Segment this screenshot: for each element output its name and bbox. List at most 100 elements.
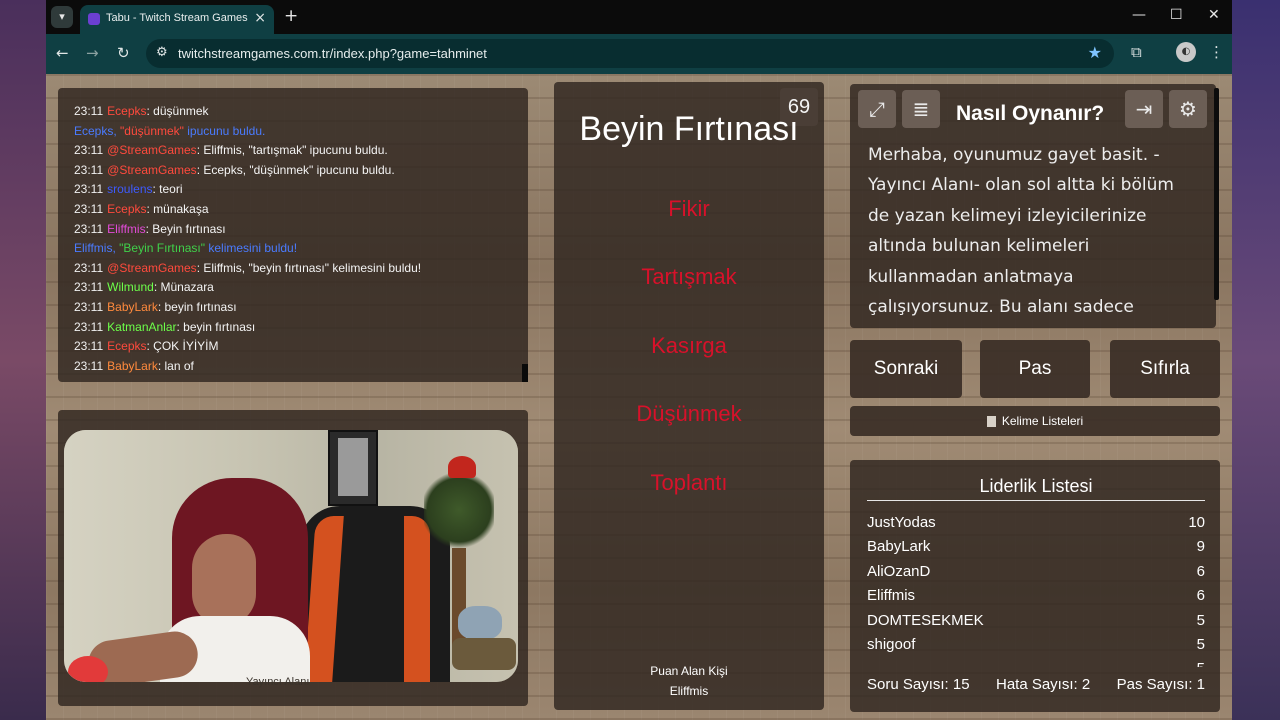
chat-username[interactable]: Eliffmis: [107, 222, 145, 236]
game-stats: Soru Sayısı: 15 Hata Sayısı: 2 Pas Sayıs…: [867, 676, 1205, 693]
reset-button[interactable]: Sıfırla: [1110, 340, 1220, 398]
chat-message: Ecepks, "düşünmek" ipucunu buldu.: [74, 122, 421, 142]
leaderboard-list[interactable]: JustYodas 10 BabyLark 9 AliOzanD 6 Eliffmis 6 DO…: [867, 511, 1205, 667]
bookmark-star-icon[interactable]: ★: [1088, 43, 1102, 62]
how-to-play-scrollbar[interactable]: [1214, 88, 1219, 300]
player-score: 5: [1196, 611, 1205, 629]
new-tab-icon[interactable]: +: [284, 6, 298, 26]
browser-toolbar: ← → ↻ ⚙ twitchstreamgames.com.tr/index.p…: [46, 34, 1232, 74]
player-score: 10: [1188, 514, 1205, 531]
extensions-icon[interactable]: ⧉: [1131, 43, 1142, 61]
player-name: JustYodas: [867, 514, 936, 531]
leaderboard-row: DOMTESEKMEK 5: [867, 609, 1205, 633]
tab-close-icon[interactable]: ×: [254, 10, 266, 26]
document-icon[interactable]: ≣: [902, 90, 940, 128]
chat-timestamp: 23:11: [74, 182, 104, 197]
chat-text: kelimesini buldu!: [205, 241, 298, 256]
next-button[interactable]: Sonraki: [850, 340, 962, 398]
tab-title: Tabu - Twitch Stream Games: [106, 12, 248, 24]
chat-timestamp: 23:11: [74, 143, 104, 158]
chat-message: 23:11 Ecepks: düşünmek: [74, 102, 421, 122]
game-page: 23:11 Ecepks: düşünmek Ecepks, "düşünmek" …: [46, 74, 1232, 720]
tab-search-button[interactable]: ▾: [51, 6, 73, 28]
forbidden-word: Düşünmek: [636, 401, 742, 426]
scorer-label: Puan Alan Kişi: [650, 664, 728, 678]
player-score: 5: [1197, 657, 1205, 667]
chat-username[interactable]: Wilmund: [107, 280, 154, 294]
chat-message: 23:11 BabyLark: lan of: [74, 357, 421, 377]
chat-username[interactable]: @StreamGames: [107, 163, 197, 177]
chat-text: "Beyin Fırtınası": [119, 241, 206, 256]
player-name: shigoof: [867, 636, 916, 654]
exit-icon[interactable]: ⇥: [1125, 90, 1163, 128]
leaderboard-row: JustYodas 10: [867, 511, 1205, 535]
player-name: ...: [867, 657, 880, 667]
pass-button[interactable]: Pas: [980, 340, 1090, 398]
chat-message: 23:11 Eliffmis: Beyin fırtınası: [74, 220, 421, 240]
chat-username[interactable]: sroulens: [107, 182, 152, 196]
close-window-icon[interactable]: ✕: [1208, 7, 1220, 23]
desktop-background-left: [0, 0, 46, 720]
player-name: Eliffmis: [867, 587, 916, 605]
question-count: Soru Sayısı: 15: [867, 676, 970, 693]
gear-icon[interactable]: ⚙: [1169, 90, 1207, 128]
chat-username[interactable]: @StreamGames: [107, 261, 197, 275]
leaderboard-row: Eliffmis 6: [867, 584, 1205, 608]
chat-text: : Eliffmis, "tartışmak" ipucunu buldu.: [196, 143, 388, 158]
chat-username[interactable]: BabyLark: [107, 359, 158, 373]
chat-username[interactable]: BabyLark: [107, 300, 158, 314]
player-score: 6: [1196, 587, 1205, 605]
back-icon[interactable]: ←: [56, 44, 69, 62]
active-tab[interactable]: Tabu - Twitch Stream Games ×: [80, 5, 274, 34]
chat-text: "düşünmek": [120, 123, 184, 138]
chat-message: 23:11 BabyLark: beyin fırtınası: [74, 298, 421, 318]
chat-message: 23:11 sroulens: teori: [74, 180, 421, 200]
chat-timestamp: 23:11: [74, 280, 104, 295]
player-name: DOMTESEKMEK: [867, 611, 984, 629]
target-word: Beyin Fırtınası: [579, 110, 799, 148]
fullscreen-icon[interactable]: ⤢: [858, 90, 896, 128]
chat-message: 23:11 KatmanAnlar: beyin fırtınası: [74, 318, 421, 338]
chat-timestamp: 23:11: [74, 319, 104, 334]
site-info-icon[interactable]: ⚙: [156, 45, 168, 60]
browser-menu-icon[interactable]: ⋮: [1209, 43, 1224, 61]
chat-timestamp: 23:11: [74, 221, 104, 236]
chat-text: Eliffmis,: [74, 241, 120, 256]
chat-username[interactable]: KatmanAnlar: [107, 320, 176, 334]
word-lists-button[interactable]: Kelime Listeleri: [850, 406, 1220, 436]
chat-scrollbar[interactable]: [522, 364, 528, 382]
maximize-icon[interactable]: ☐: [1170, 7, 1183, 23]
forbidden-word: Toplantı: [650, 470, 728, 495]
leaderboard-row: BabyLark 9: [867, 535, 1205, 559]
chat-timestamp: 23:11: [74, 104, 104, 118]
chat-text: : beyin fırtınası: [176, 319, 256, 334]
chat-username[interactable]: @StreamGames: [107, 143, 197, 157]
address-bar[interactable]: ⚙ twitchstreamgames.com.tr/index.php?gam…: [146, 39, 1114, 68]
forbidden-word: Kasırga: [651, 333, 727, 358]
chat-text: : teori: [152, 182, 183, 197]
chat-message: 23:11 Wilmund: Münazara: [74, 278, 421, 298]
chat-message: Eliffmis, "Beyin Fırtınası" kelimesini b…: [74, 239, 421, 259]
player-name: BabyLark: [867, 538, 931, 556]
chat-message: 23:11 @StreamGames: Ecepks, "düşünmek" ip…: [74, 161, 421, 181]
chat-timestamp: 23:11: [74, 162, 104, 177]
chat-username[interactable]: Ecepks: [107, 339, 146, 353]
leaderboard-row: shigoof 5: [867, 633, 1205, 657]
broadcaster-area-label: Yayıncı Alanı: [246, 676, 310, 688]
chat-username[interactable]: Ecepks: [107, 104, 146, 118]
chat-text: Ecepks,: [74, 123, 121, 138]
word-card: [554, 82, 824, 710]
chat-username[interactable]: Ecepks: [107, 202, 146, 216]
minimize-icon[interactable]: —: [1132, 7, 1146, 23]
profile-avatar[interactable]: ◐: [1176, 42, 1196, 62]
leaderboard-row: ... 5: [867, 657, 1205, 667]
how-to-play-text: Merhaba, oyunumuz gayet basit. -Yayıncı …: [868, 145, 1174, 318]
forward-icon[interactable]: →: [86, 44, 99, 62]
reload-icon[interactable]: ↻: [117, 44, 130, 62]
chat-panel: 23:11 Ecepks: düşünmek Ecepks, "düşünmek" …: [58, 88, 528, 382]
chat-timestamp: 23:11: [74, 260, 104, 275]
leaderboard-title: Liderlik Listesi: [979, 476, 1093, 496]
twitch-favicon-icon: [88, 13, 100, 25]
chat-timestamp: 23:11: [74, 358, 104, 373]
how-to-play-title: Nasıl Oynanır?: [956, 102, 1105, 125]
